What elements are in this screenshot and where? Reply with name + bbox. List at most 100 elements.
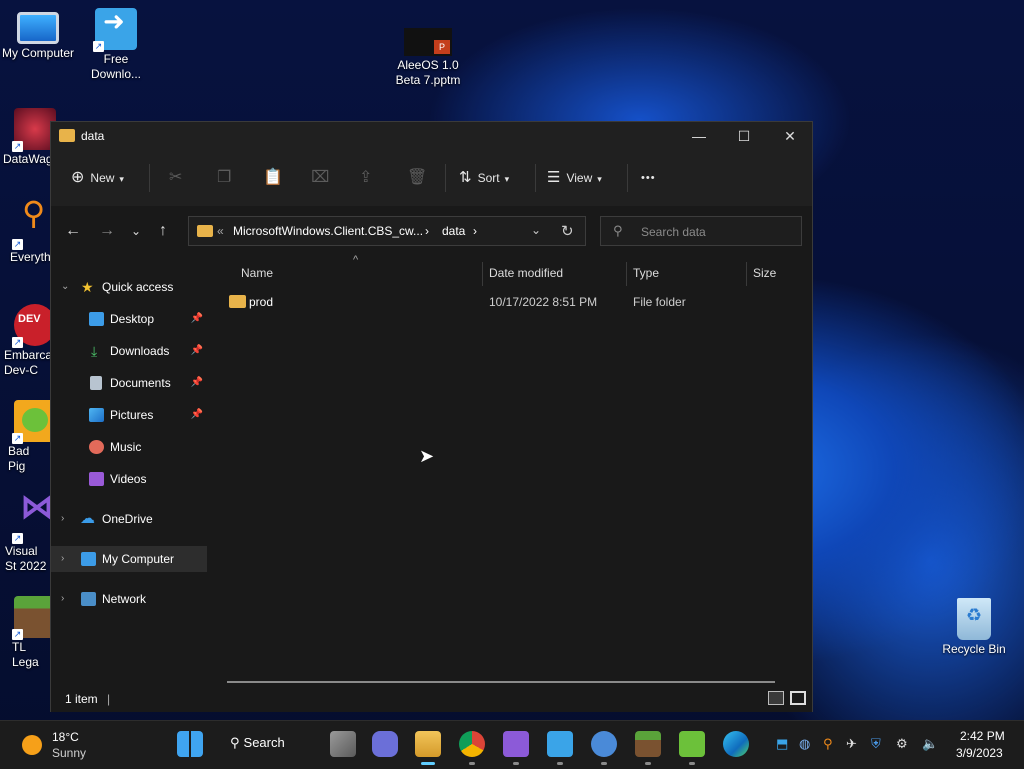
details-view-icon[interactable] (768, 691, 784, 705)
address-dropdown-icon[interactable]: ⌄ (531, 223, 541, 237)
paste-icon[interactable]: 📋 (263, 166, 283, 190)
desktop-icon-label: Free Downlo... (90, 52, 142, 81)
tray-security-icon[interactable]: ⛨ (871, 736, 881, 752)
minimize-button[interactable]: — (676, 122, 722, 150)
pin-icon[interactable]: 📌 (191, 402, 203, 428)
delete-icon[interactable]: 🗑 (407, 166, 427, 190)
pin-icon[interactable]: 📌 (191, 370, 203, 396)
command-bar: ⊕ New ▾ ✂ ❐ 📋 ⌧ ⇪ 🗑 ⇅ Sort ▾ ☰ View ▾ ••• (51, 150, 812, 207)
download-manager-icon[interactable] (547, 731, 573, 765)
up-arrow-icon[interactable]: ↑ (159, 222, 167, 240)
item-count: 1 item (65, 692, 98, 706)
title-bar[interactable]: data — ☐ ✕ (51, 122, 812, 150)
weather-description[interactable]: Sunny (52, 746, 86, 760)
column-header-date[interactable]: Date modified (489, 266, 563, 280)
clock-date[interactable]: 3/9/2023 (956, 746, 1003, 760)
tray-search-icon[interactable]: ⚲ (823, 736, 833, 752)
maximize-button[interactable]: ☐ (721, 122, 767, 150)
rename-icon[interactable]: ⌧ (311, 166, 329, 190)
new-button[interactable]: ⊕ New ▾ (71, 166, 124, 190)
forward-arrow-icon[interactable]: → (99, 222, 115, 240)
sort-button[interactable]: ⇅ Sort ▾ (459, 166, 509, 190)
nav-network[interactable]: › Network (51, 586, 207, 612)
tray-download-icon[interactable]: ⬒ (776, 736, 788, 752)
desktop-icon-everything[interactable]: ⚲ ↗ Everyth (0, 197, 51, 265)
tiles-view-icon[interactable] (790, 691, 806, 705)
nav-item-music[interactable]: Music (51, 434, 207, 460)
bad-piggies-icon[interactable] (679, 731, 705, 765)
desktop-icon-tl-legacy[interactable]: ↗ TL Lega (0, 596, 56, 670)
toolbar-divider (535, 164, 536, 192)
recent-chevron-icon[interactable]: ⌄ (131, 224, 141, 238)
cut-icon[interactable]: ✂ (169, 166, 182, 190)
desktop-icon-free-download[interactable]: ➜ ↗ Free Downlo... (78, 8, 154, 82)
mouse-cursor: ➤ (419, 446, 435, 466)
nav-item-desktop[interactable]: Desktop 📌 (51, 306, 207, 332)
desktop-icon (89, 312, 104, 326)
tray-network-tool-icon[interactable]: ✈ (846, 736, 857, 752)
desktop-icon-pptm-file[interactable]: P AleeOS 1.0 Beta 7.pptm (390, 28, 466, 88)
file-row[interactable]: prod 10/17/2022 8:51 PM File folder (229, 290, 799, 314)
windows-start-icon[interactable] (177, 731, 203, 757)
nav-item-pictures[interactable]: Pictures 📌 (51, 402, 207, 428)
chevron-right-icon: › (61, 553, 65, 564)
close-button[interactable]: ✕ (767, 122, 813, 150)
horizontal-scrollbar[interactable] (227, 681, 775, 683)
desktop-icon-devcpp[interactable]: DEV ↗ Embarca Dev-C (0, 304, 56, 378)
chrome-icon[interactable] (459, 731, 485, 765)
pin-icon[interactable]: 📌 (191, 338, 203, 364)
clock-time[interactable]: 2:42 PM (960, 729, 1005, 743)
visual-studio-icon[interactable] (503, 731, 529, 765)
volume-icon[interactable]: 🔈 (922, 736, 938, 752)
nav-quick-access[interactable]: ⌄ ★ Quick access (51, 274, 207, 300)
file-type: File folder (633, 295, 686, 309)
nav-my-computer[interactable]: › My Computer (51, 546, 207, 572)
view-button[interactable]: ☰ View ▾ (547, 166, 602, 190)
video-icon (89, 472, 104, 486)
qbittorrent-icon[interactable] (591, 731, 617, 765)
column-header-size[interactable]: Size (753, 266, 776, 280)
nav-item-videos[interactable]: Videos (51, 466, 207, 492)
chevron-down-icon: ▾ (597, 174, 602, 184)
nav-item-downloads[interactable]: ⤓ Downloads 📌 (51, 338, 207, 364)
back-arrow-icon[interactable]: ← (65, 222, 81, 240)
taskbar: 18°C Sunny ⚲Search ⬒ ◍ ⚲ ✈ ⛨ ⚙ ▭ 🔈 2:42 … (0, 720, 1024, 769)
chevron-down-icon: ⌄ (61, 281, 70, 292)
file-explorer-icon[interactable] (415, 731, 441, 765)
desktop-icon-recycle-bin[interactable]: ♻ Recycle Bin (936, 598, 1012, 657)
share-icon[interactable]: ⇪ (359, 166, 372, 190)
desktop-icon-visual-studio[interactable]: ⋈ ↗ Visual St 2022 (0, 490, 54, 574)
breadcrumb-segment[interactable]: MicrosoftWindows.Client.CBS_cw... (233, 224, 423, 238)
network-icon (81, 592, 96, 606)
column-header-type[interactable]: Type (633, 266, 659, 280)
status-bar: 1 item | (51, 686, 812, 712)
desktop-icon-label: My Computer (1, 46, 75, 60)
copy-icon[interactable]: ❐ (217, 166, 231, 190)
desktop-icon-my-computer[interactable]: My Computer (0, 10, 76, 61)
desktop-icon-bad-piggies[interactable]: ↗ Bad Pig (0, 400, 56, 474)
monitor-icon (17, 12, 59, 44)
nav-onedrive[interactable]: › ☁ OneDrive (51, 506, 207, 532)
pin-icon[interactable]: 📌 (191, 306, 203, 332)
task-view-icon[interactable] (330, 731, 356, 757)
nav-item-documents[interactable]: Documents 📌 (51, 370, 207, 396)
edge-icon[interactable] (723, 731, 749, 757)
minecraft-icon[interactable] (635, 731, 661, 765)
more-options-icon[interactable]: ••• (641, 166, 656, 190)
chat-icon[interactable] (372, 731, 398, 757)
tray-settings-icon[interactable]: ⚙ (896, 736, 908, 752)
taskbar-search-button[interactable]: ⚲ Search (230, 735, 285, 755)
column-divider[interactable] (626, 262, 627, 286)
address-bar[interactable]: « MicrosoftWindows.Client.CBS_cw... › da… (188, 216, 586, 246)
search-box[interactable]: ⚲ Search data (600, 216, 802, 246)
column-divider[interactable] (482, 262, 483, 286)
path-overflow-icon[interactable]: « (217, 224, 224, 238)
tray-qbittorrent-icon[interactable]: ◍ (799, 736, 810, 752)
column-header-name[interactable]: Name (241, 266, 273, 280)
refresh-icon[interactable]: ↻ (561, 222, 574, 240)
weather-temperature[interactable]: 18°C (52, 730, 79, 744)
desktop-icon-datawag[interactable]: ↗ DataWag (0, 108, 56, 167)
breadcrumb-segment[interactable]: data (442, 224, 465, 238)
column-divider[interactable] (746, 262, 747, 286)
weather-sun-icon[interactable] (22, 735, 42, 755)
